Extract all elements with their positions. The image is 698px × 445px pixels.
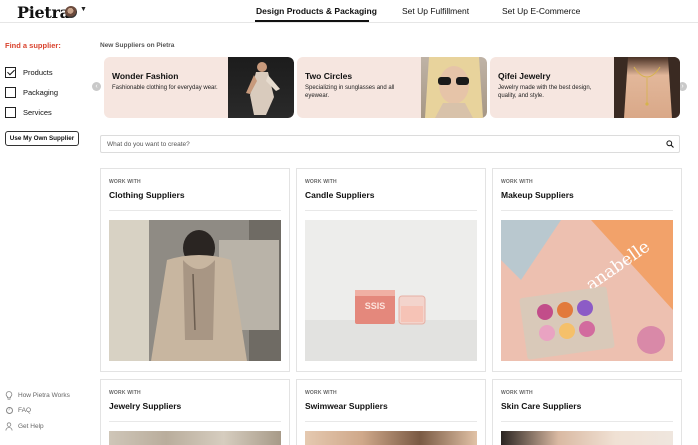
filter-packaging[interactable]: Packaging [5,86,58,98]
featured-supplier-name: Qifei Jewelry [498,71,551,81]
faq-link[interactable]: ? FAQ [5,404,31,416]
category-card-clothing[interactable]: WORK WITH Clothing Suppliers [100,168,290,372]
card-divider [501,210,673,211]
get-help-link[interactable]: Get Help [5,420,44,432]
category-card-skin-care[interactable]: WORK WITH Skin Care Suppliers [492,379,682,445]
clothing-photo [109,220,281,361]
person-icon [5,421,13,431]
skin-care-photo [501,431,673,445]
active-tab-underline [255,20,369,22]
search-bar[interactable] [100,135,680,153]
featured-supplier-card[interactable]: Wonder Fashion Fashionable clothing for … [104,57,294,118]
category-card-candle[interactable]: WORK WITH Candle Suppliers SSIS [296,168,486,372]
fashion-model-photo [228,57,294,118]
find-supplier-heading: Find a supplier: [5,41,61,50]
card-kicker: WORK WITH [501,179,533,185]
featured-supplier-card[interactable]: Two Circles Specializing in sunglasses a… [297,57,487,118]
lightbulb-icon [5,390,13,400]
card-kicker: WORK WITH [305,390,337,396]
filter-products[interactable]: Products [5,66,53,78]
card-divider [109,210,281,211]
category-card-jewelry[interactable]: WORK WITH Jewelry Suppliers [100,379,290,445]
featured-supplier-description: Fashionable clothing for everyday wear. [112,85,218,91]
side-link-label: How Pietra Works [18,391,70,399]
card-title: Skin Care Suppliers [501,401,582,411]
tab-design-products[interactable]: Design Products & Packaging [256,6,377,16]
card-kicker: WORK WITH [501,390,533,396]
featured-supplier-card[interactable]: Qifei Jewelry Jewelry made with the best… [490,57,680,118]
jewelry-model-photo [614,57,680,118]
tab-ecommerce[interactable]: Set Up E-Commerce [502,6,580,16]
category-card-makeup[interactable]: WORK WITH Makeup Suppliers anabelle [492,168,682,372]
makeup-photo: anabelle [501,220,673,361]
card-kicker: WORK WITH [109,179,141,185]
featured-supplier-description: Jewelry made with the best design, quali… [498,85,592,99]
card-kicker: WORK WITH [109,390,141,396]
tab-fulfillment[interactable]: Set Up Fulfillment [402,6,469,16]
candle-photo: SSIS [305,220,477,361]
new-suppliers-heading: New Suppliers on Pietra [100,42,175,49]
card-divider [501,421,673,422]
card-title: Candle Suppliers [305,190,375,200]
jewelry-photo [109,431,281,445]
category-card-swimwear[interactable]: WORK WITH Swimwear Suppliers [296,379,486,445]
checkbox-packaging[interactable] [5,86,16,98]
card-divider [109,421,281,422]
featured-supplier-name: Wonder Fashion [112,71,179,81]
card-kicker: WORK WITH [305,179,337,185]
card-title: Swimwear Suppliers [305,401,388,411]
filter-label: Services [23,107,52,117]
user-avatar[interactable] [65,6,77,18]
featured-supplier-name: Two Circles [305,71,353,81]
chevron-down-icon[interactable]: ▼ [80,6,87,13]
search-icon[interactable] [666,140,674,148]
checkbox-services[interactable] [5,106,16,118]
carousel-prev-arrow[interactable]: ‹ [92,82,101,91]
search-input[interactable] [107,138,647,151]
card-title: Jewelry Suppliers [109,401,182,411]
card-divider [305,210,477,211]
card-divider [305,421,477,422]
filter-label: Packaging [23,87,59,97]
how-pietra-works-link[interactable]: How Pietra Works [5,389,70,401]
header-divider [0,22,698,23]
card-title: Clothing Suppliers [109,190,185,200]
sunglasses-model-photo [421,57,487,118]
swimwear-photo [305,431,477,445]
filter-label: Products [23,67,53,77]
candle-box-label: SSIS [365,301,386,311]
side-link-label: FAQ [18,406,32,414]
featured-supplier-description: Specializing in sunglasses and all eyewe… [305,85,395,99]
checkbox-products[interactable] [5,66,16,78]
top-header: Pietra ▼ Design Products & Packaging Set… [0,0,698,26]
card-title: Makeup Suppliers [501,190,574,200]
question-icon: ? [5,406,13,414]
filter-services[interactable]: Services [5,106,52,118]
use-own-supplier-button[interactable]: Use My Own Supplier [5,131,79,146]
side-link-label: Get Help [18,422,44,430]
pietra-logo[interactable]: Pietra [17,3,70,22]
